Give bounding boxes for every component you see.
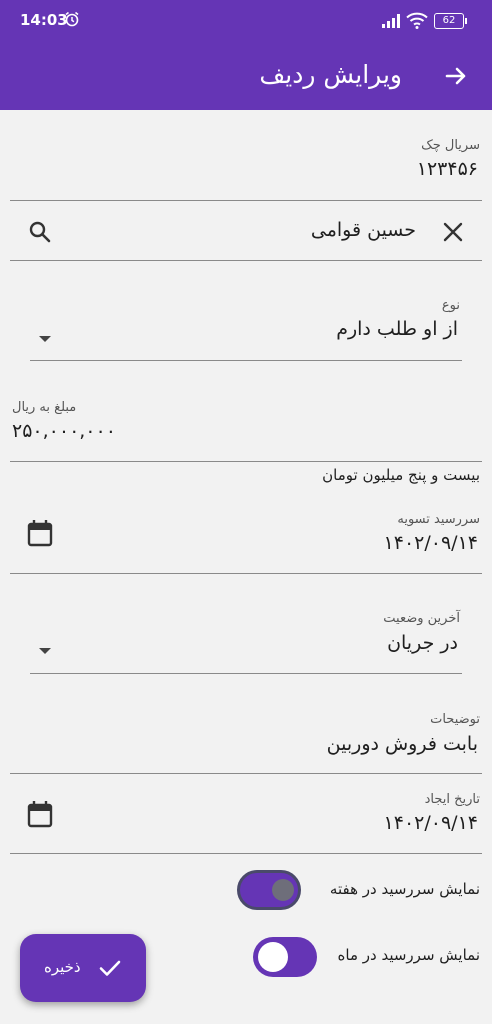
show-month-label: نمایش سررسید در ماه — [337, 946, 480, 964]
check-icon — [98, 956, 122, 984]
notes-underline — [10, 773, 482, 774]
serial-underline — [10, 200, 482, 201]
amount-value[interactable]: ۲۵۰,۰۰۰,۰۰۰ — [12, 420, 116, 442]
created-date-value[interactable]: ۱۴۰۲/۰۹/۱۴ — [384, 812, 478, 834]
app-bar: ویرایش ردیف — [0, 42, 492, 110]
due-date-underline — [10, 573, 482, 574]
amount-underline — [10, 461, 482, 462]
status-underline — [30, 673, 462, 674]
arrow-forward-icon[interactable] — [444, 64, 468, 88]
save-button-label: ذخیره — [44, 958, 81, 976]
type-underline — [30, 360, 462, 361]
calendar-icon[interactable] — [27, 800, 53, 832]
person-underline — [10, 260, 482, 261]
switch-knob — [258, 942, 288, 972]
type-value[interactable]: از او طلب دارم — [336, 318, 458, 340]
serial-label: سریال چک — [421, 138, 480, 153]
notes-label: توضیحات — [430, 712, 480, 727]
search-icon[interactable] — [28, 220, 52, 248]
show-week-label: نمایش سررسید در هفته — [329, 880, 480, 898]
save-button[interactable]: ذخیره — [20, 934, 146, 1002]
notes-value[interactable]: بابت فروش دوربین — [327, 733, 478, 755]
status-label: آخرین وضعیت — [383, 611, 460, 626]
due-date-value[interactable]: ۱۴۰۲/۰۹/۱۴ — [384, 532, 478, 554]
calendar-icon[interactable] — [27, 519, 53, 551]
serial-value[interactable]: ۱۲۳۴۵۶ — [417, 158, 478, 180]
switch-knob — [272, 879, 294, 901]
dropdown-arrow-icon[interactable] — [38, 640, 52, 659]
show-month-switch[interactable] — [253, 937, 317, 977]
close-icon[interactable] — [442, 221, 464, 247]
alarm-icon — [64, 11, 80, 31]
status-time: 14:03 — [20, 11, 68, 29]
person-value[interactable]: حسین قوامی — [311, 219, 416, 241]
created-date-label: تاریخ ایجاد — [424, 792, 480, 807]
created-date-underline — [10, 853, 482, 854]
type-label: نوع — [441, 298, 460, 313]
page-title: ویرایش ردیف — [259, 60, 402, 89]
wifi-icon — [406, 12, 428, 33]
battery-icon: 62 — [434, 13, 467, 29]
amount-label: مبلغ به ریال — [12, 400, 77, 415]
status-bar: 14:03 62 — [0, 0, 492, 42]
amount-helper-text: بیست و پنج میلیون تومان — [322, 466, 480, 484]
show-week-switch[interactable] — [237, 870, 301, 910]
status-value[interactable]: در جریان — [387, 632, 458, 654]
due-date-label: سررسید تسویه — [397, 512, 480, 527]
signal-icon — [382, 13, 402, 32]
dropdown-arrow-icon[interactable] — [38, 328, 52, 347]
